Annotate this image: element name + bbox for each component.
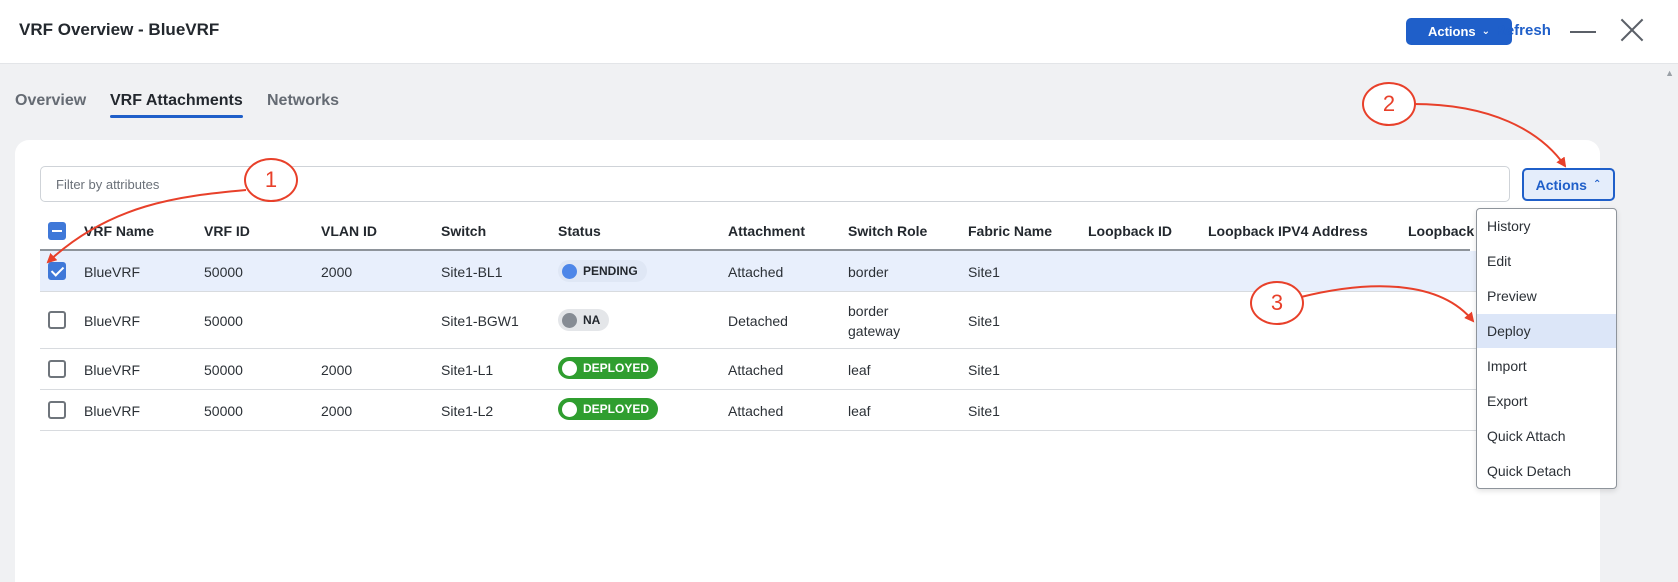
column-header[interactable]: Loopback ID [1088, 223, 1172, 239]
row-divider [40, 430, 1480, 431]
cell-switch-role-line2: gateway [848, 323, 901, 339]
cell-vrf-name: BlueVRF [84, 403, 141, 419]
column-header[interactable]: Switch Role [848, 223, 927, 239]
page-title: VRF Overview - BlueVRF [19, 20, 220, 39]
status-dot-icon [562, 401, 577, 417]
column-header[interactable]: Status [558, 223, 601, 239]
cell-vlan-id: 2000 [321, 362, 353, 378]
dialog-header: VRF Overview - BlueVRF Actions ⌄ Refresh [0, 0, 1678, 64]
header-actions-label: Actions [1427, 24, 1476, 39]
column-header[interactable]: Fabric Name [968, 223, 1052, 239]
cell-switch-role: leaf [848, 362, 871, 378]
row-checkbox[interactable] [48, 311, 66, 329]
scroll-up-icon[interactable]: ▲ [1665, 68, 1674, 78]
status-text: DEPLOYED [583, 361, 650, 375]
minimize-icon[interactable] [1570, 31, 1596, 33]
cell-vrf-id: 50000 [204, 403, 243, 419]
cell-attachment: Attached [728, 403, 784, 419]
select-all-checkbox[interactable] [48, 222, 66, 240]
row-divider [40, 348, 1480, 349]
cell-fabric: Site1 [968, 313, 1000, 329]
cell-fabric: Site1 [968, 264, 1000, 280]
status-dot-icon [562, 360, 577, 376]
close-icon[interactable] [1619, 17, 1645, 43]
cell-vrf-name: BlueVRF [84, 313, 141, 329]
cell-vlan-id: 2000 [321, 403, 353, 419]
menu-item-quick-attach[interactable]: Quick Attach [1477, 419, 1616, 453]
cell-attachment: Attached [728, 362, 784, 378]
cell-switch-role: border [848, 303, 889, 319]
cell-vrf-name: BlueVRF [84, 264, 141, 280]
actions-button[interactable]: Actions ⌃ [1522, 168, 1615, 201]
annotation-callout-1: 1 [244, 158, 298, 202]
status-badge: PENDING [558, 260, 647, 282]
actions-dropdown-menu: History Edit Preview Deploy Import Expor… [1476, 208, 1617, 489]
column-header[interactable]: VRF Name [84, 223, 154, 239]
actions-button-label: Actions [1535, 176, 1587, 193]
cell-switch-role: border [848, 264, 889, 280]
cell-attachment: Detached [728, 313, 788, 329]
row-checkbox[interactable] [48, 262, 66, 280]
status-text: DEPLOYED [583, 402, 650, 416]
cell-switch: Site1-BL1 [441, 264, 503, 280]
cell-vlan-id: 2000 [321, 264, 353, 280]
status-text: PENDING [583, 264, 638, 278]
status-dot-icon [562, 312, 577, 328]
column-header[interactable]: VRF ID [204, 223, 250, 239]
tab-vrf-attachments[interactable]: VRF Attachments [110, 92, 243, 118]
column-header[interactable]: Loopback [1408, 223, 1474, 239]
tab-networks[interactable]: Networks [267, 92, 339, 110]
status-text: NA [583, 313, 601, 327]
annotation-callout-2: 2 [1362, 82, 1416, 126]
menu-item-export[interactable]: Export [1477, 384, 1616, 418]
cell-switch: Site1-L2 [441, 403, 494, 419]
menu-item-quick-detach[interactable]: Quick Detach [1477, 454, 1616, 488]
column-header[interactable]: VLAN ID [321, 223, 377, 239]
cell-vrf-id: 50000 [204, 313, 243, 329]
cell-attachment: Attached [728, 264, 784, 280]
cell-vrf-id: 50000 [204, 264, 243, 280]
menu-item-import[interactable]: Import [1477, 349, 1616, 383]
menu-item-history[interactable]: History [1477, 209, 1616, 243]
tab-overview[interactable]: Overview [15, 92, 86, 110]
row-checkbox[interactable] [48, 360, 66, 378]
row-divider [40, 389, 1480, 390]
column-header[interactable]: Switch [441, 223, 486, 239]
status-dot-icon [562, 263, 577, 279]
cell-fabric: Site1 [968, 362, 1000, 378]
cell-fabric: Site1 [968, 403, 1000, 419]
menu-item-preview[interactable]: Preview [1477, 279, 1616, 313]
cell-vrf-name: BlueVRF [84, 362, 141, 378]
cell-switch: Site1-L1 [441, 362, 494, 378]
cell-switch-role: leaf [848, 403, 871, 419]
row-checkbox[interactable] [48, 401, 66, 419]
column-header[interactable]: Attachment [728, 223, 805, 239]
table-card [15, 140, 1433, 582]
refresh-button[interactable]: Refresh [1495, 22, 1551, 39]
cell-switch: Site1-BGW1 [441, 313, 519, 329]
chevron-down-icon: ⌄ [1481, 26, 1491, 37]
status-badge: DEPLOYED [558, 357, 659, 379]
status-badge: NA [558, 309, 610, 331]
menu-item-edit[interactable]: Edit [1477, 244, 1616, 278]
column-header[interactable]: Loopback IPV4 Address [1208, 223, 1368, 239]
menu-item-deploy[interactable]: Deploy [1477, 314, 1616, 348]
cell-vrf-id: 50000 [204, 362, 243, 378]
annotation-callout-3: 3 [1250, 281, 1304, 325]
chevron-up-icon: ⌃ [1592, 179, 1602, 190]
status-badge: DEPLOYED [558, 398, 659, 420]
